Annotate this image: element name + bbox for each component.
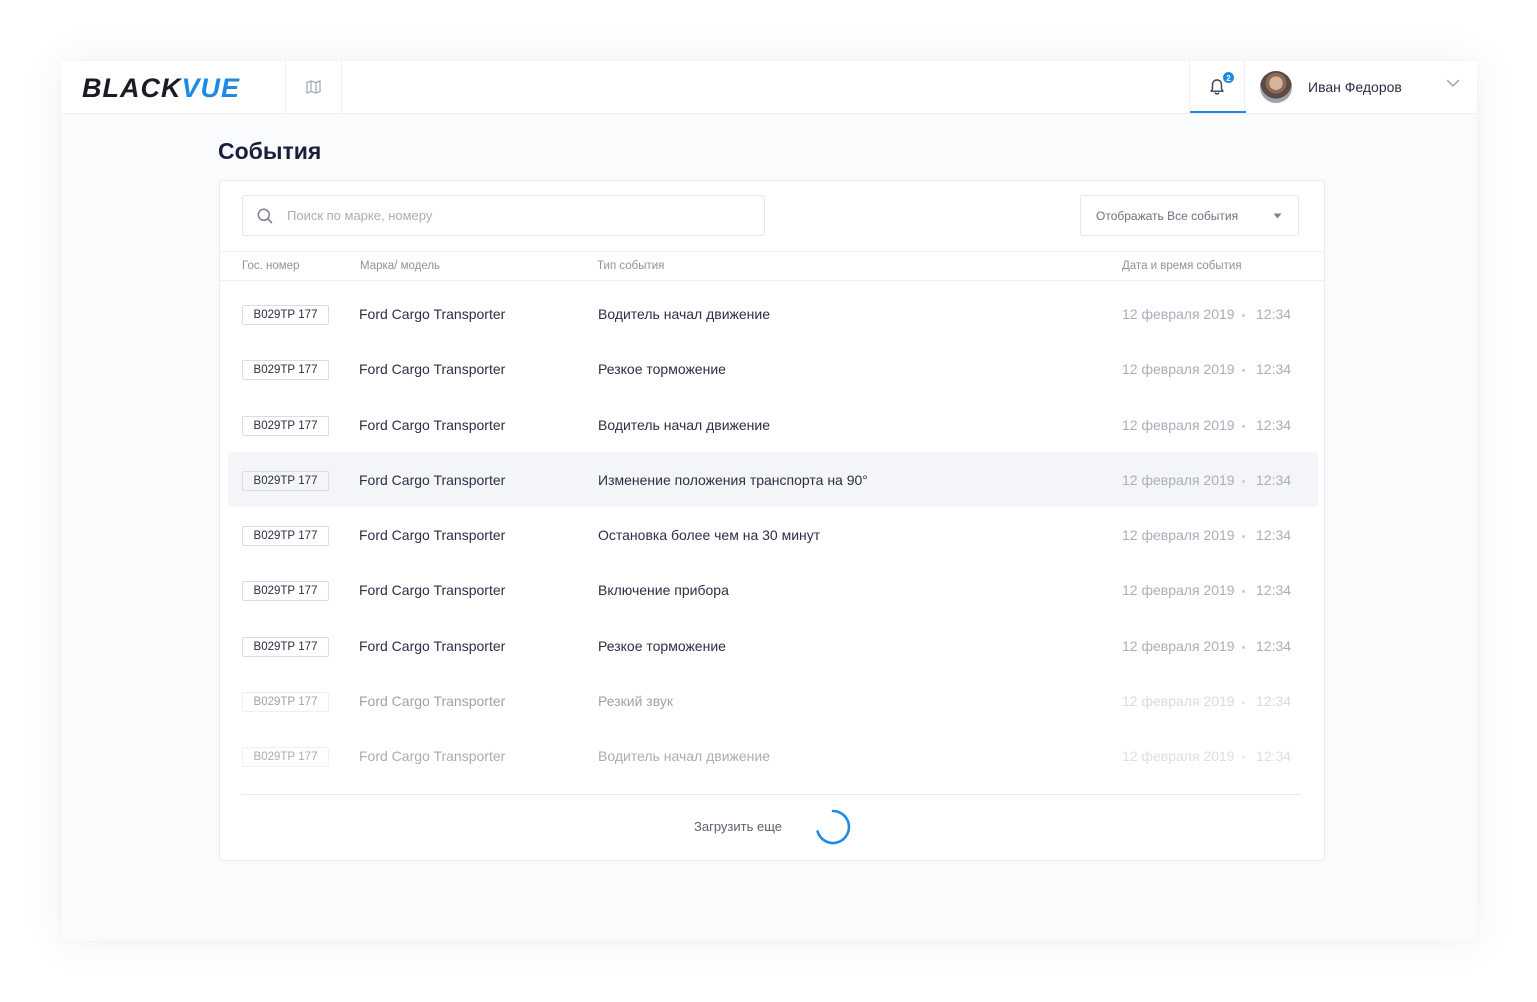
vehicle-model: Ford Cargo Transporter [359, 637, 506, 654]
avatar [1260, 71, 1292, 103]
user-menu[interactable]: Иван Федоров [1260, 70, 1460, 104]
vehicle-model: Ford Cargo Transporter [359, 306, 506, 322]
plate-number: В029ТР 177 [242, 415, 329, 436]
blackvue-logo[interactable]: BLACK VUE [82, 74, 240, 102]
event-time: 12:34 [1256, 527, 1292, 544]
vehicle-model: Ford Cargo Transporter [359, 361, 506, 378]
top-navbar: BLACK VUE 2 Иван Федоров [61, 61, 1477, 113]
search-icon [257, 208, 273, 223]
column-header-datetime[interactable]: Дата и время события [1122, 260, 1242, 272]
separator-dot [1242, 645, 1245, 649]
event-type: Остановка более чем на 30 минут [598, 527, 821, 544]
map-icon [306, 80, 321, 94]
plate-number: В029ТР 177 [242, 470, 329, 491]
event-time: 12:34 [1256, 748, 1292, 765]
event-type: Включение прибора [598, 582, 729, 599]
separator-dot [1242, 314, 1245, 317]
plate-number: В029ТР 177 [242, 526, 329, 547]
column-header-plate[interactable]: Гос. номер [242, 260, 299, 272]
separator-dot [1242, 369, 1245, 373]
plate-number: В029ТР 177 [242, 305, 329, 325]
separator-dot [1242, 535, 1245, 539]
separator-dot [1242, 590, 1245, 594]
event-type: Водитель начал движение [598, 748, 770, 765]
events-filter-select[interactable]: Отображать Все события [1080, 195, 1299, 236]
plate-number: В029ТР 177 [242, 692, 329, 713]
event-time: 12:34 [1256, 306, 1292, 322]
logo-text-black: BLACK [82, 73, 182, 103]
plate-number: В029ТР 177 [242, 747, 329, 768]
page-title: События [218, 138, 322, 164]
table-header: Гос. номер Марка/ модель Тип события Дат… [220, 251, 1324, 281]
event-time: 12:34 [1256, 416, 1292, 433]
event-type: Резкий звук [598, 693, 673, 710]
event-date: 12 февраля 2019 [1122, 361, 1235, 378]
logo-text-vue: VUE [181, 73, 241, 103]
vehicle-model: Ford Cargo Transporter [359, 416, 506, 433]
event-date: 12 февраля 2019 [1122, 306, 1235, 322]
separator-dot [1242, 479, 1245, 483]
plate-number: В029ТР 177 [242, 581, 329, 602]
event-time: 12:34 [1256, 361, 1292, 378]
plate-number: В029ТР 177 [242, 636, 329, 657]
event-date: 12 февраля 2019 [1122, 748, 1235, 765]
table-row[interactable]: В029ТР 177 Ford Cargo Transporter Резкий… [220, 673, 1324, 728]
event-type: Резкое торможение [598, 361, 726, 378]
event-time: 12:34 [1256, 471, 1292, 488]
event-type: Изменение положения транспорта на 90° [598, 471, 868, 488]
table-row[interactable]: В029ТР 177 Ford Cargo Transporter Резкое… [220, 618, 1324, 673]
table-row[interactable]: В029ТР 177 Ford Cargo Transporter Водите… [220, 286, 1324, 341]
vehicle-model: Ford Cargo Transporter [359, 582, 506, 599]
column-header-event-type[interactable]: Тип события [597, 260, 664, 272]
event-type: Водитель начал движение [598, 306, 770, 322]
separator-dot [1242, 424, 1245, 428]
separator-dot [1242, 701, 1245, 705]
map-button[interactable] [285, 61, 342, 113]
vehicle-model: Ford Cargo Transporter [359, 527, 506, 544]
table-row[interactable]: В029ТР 177 Ford Cargo Transporter Водите… [220, 397, 1324, 452]
event-date: 12 февраля 2019 [1122, 637, 1235, 654]
user-name: Иван Федоров [1308, 79, 1402, 95]
vehicle-model: Ford Cargo Transporter [359, 748, 506, 765]
event-date: 12 февраля 2019 [1122, 416, 1235, 433]
event-type: Водитель начал движение [598, 416, 770, 433]
chevron-down-icon[interactable] [1446, 79, 1460, 88]
event-time: 12:34 [1256, 693, 1292, 710]
events-table-body: В029ТР 177 Ford Cargo Transporter Водите… [220, 286, 1324, 784]
loading-spinner-icon [816, 809, 851, 845]
table-row[interactable]: В029ТР 177 Ford Cargo Transporter Остано… [220, 507, 1324, 562]
event-type: Резкое торможение [598, 637, 726, 654]
table-row[interactable]: В029ТР 177 Ford Cargo Transporter Резкое… [220, 341, 1324, 396]
table-row[interactable]: В029ТР 177 Ford Cargo Transporter Водите… [220, 728, 1324, 783]
event-date: 12 февраля 2019 [1122, 471, 1235, 488]
event-date: 12 февраля 2019 [1122, 693, 1235, 710]
filter-label: Отображать Все события [1096, 208, 1239, 223]
table-footer-divider [242, 794, 1301, 795]
notification-count-badge: 2 [1222, 71, 1235, 84]
caret-down-icon [1273, 213, 1282, 219]
column-header-model[interactable]: Марка/ модель [360, 260, 440, 272]
event-date: 12 февраля 2019 [1122, 527, 1235, 544]
load-more-button[interactable]: Загрузить еще [694, 819, 782, 834]
notifications-button[interactable]: 2 [1189, 61, 1246, 113]
table-row-hovered[interactable]: В029ТР 177 Ford Cargo Transporter Измене… [220, 451, 1324, 507]
vehicle-model: Ford Cargo Transporter [359, 471, 506, 488]
event-date: 12 февраля 2019 [1122, 582, 1235, 599]
search-box[interactable] [242, 195, 765, 236]
event-time: 12:34 [1256, 582, 1292, 599]
search-input[interactable] [287, 208, 727, 223]
event-time: 12:34 [1256, 637, 1292, 654]
active-tab-indicator [1190, 111, 1246, 113]
separator-dot [1242, 756, 1245, 760]
events-card: Отображать Все события Гос. номер Марка/… [219, 180, 1325, 861]
plate-number: В029ТР 177 [242, 360, 329, 381]
table-row[interactable]: В029ТР 177 Ford Cargo Transporter Включе… [220, 562, 1324, 617]
app-window: BLACK VUE 2 Иван Федоров События Поиск п… [61, 61, 1477, 941]
vehicle-model: Ford Cargo Transporter [359, 693, 506, 710]
